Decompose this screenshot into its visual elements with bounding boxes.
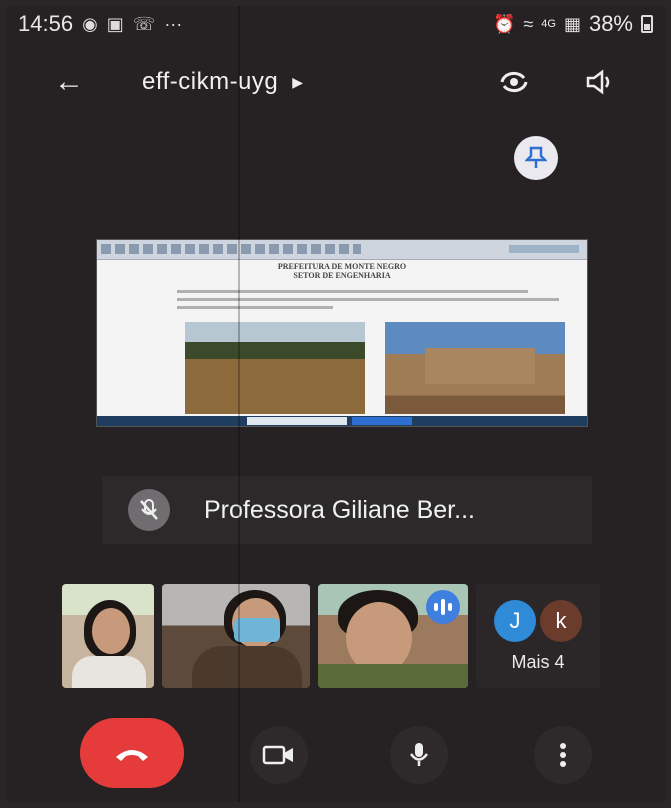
gallery-icon: ▣ [106,13,124,34]
status-bar: 14:56 ◉ ▣ ☏ ··· ⏰ ≈ 4G ▦ 38% [6,6,665,42]
microphone-toggle-button[interactable] [390,726,448,784]
shared-photo-field [185,322,365,414]
participant-strip: J k Mais 4 [62,584,600,688]
participant-tile[interactable] [318,584,468,688]
more-options-button[interactable] [534,726,592,784]
more-participants-tile[interactable]: J k Mais 4 [476,584,600,688]
photo-crease [238,6,240,802]
whatsapp-icon: ☏ [132,13,156,34]
wifi-icon: ≈ [523,13,534,34]
more-participants-label: Mais 4 [511,651,565,672]
pin-icon[interactable] [514,136,558,180]
switch-camera-icon[interactable] [497,65,531,99]
video-camera-icon [262,745,293,765]
shared-doc-title: PREFEITURA DE MONTE NEGRO SETOR DE ENGEN… [277,262,407,280]
muted-mic-icon [128,489,170,531]
meeting-info-caret-icon[interactable]: ▶ [292,74,303,91]
signal-icon: ▦ [563,13,581,34]
presenter-label: Professora Giliane Ber... [102,476,592,544]
more-notifications-icon: ··· [164,13,183,34]
network-type: 4G [541,18,556,30]
status-time: 14:56 [18,11,74,36]
participant-tile[interactable] [162,584,310,688]
presenter-name: Professora Giliane Ber... [204,495,475,524]
participant-tile[interactable] [62,584,154,688]
end-call-button[interactable] [80,718,184,788]
shared-screen[interactable]: PREFEITURA DE MONTE NEGRO SETOR DE ENGEN… [96,239,588,427]
battery-icon [641,15,653,33]
shared-window-toolbar [97,240,587,260]
back-arrow-icon[interactable]: ← [54,65,94,99]
more-vertical-icon [560,743,566,767]
meeting-code[interactable]: eff-cikm-uyg [142,68,278,96]
meeting-header: ← eff-cikm-uyg ▶ [6,58,665,106]
speaker-icon[interactable] [583,65,617,99]
microphone-icon [409,743,429,766]
avatar: k [540,599,582,642]
avatar: J [494,599,536,642]
shared-doc-text [177,290,567,309]
camera-toggle-button[interactable] [250,726,308,784]
battery-percent: 38% [588,11,633,36]
messenger-icon: ◉ [82,13,98,34]
alarm-icon: ⏰ [492,13,516,34]
call-controls [6,716,665,790]
speaking-indicator-icon [426,590,460,624]
meet-screen: 14:56 ◉ ▣ ☏ ··· ⏰ ≈ 4G ▦ 38% ← eff-cikm-… [6,6,665,802]
shared-photo-building [385,322,565,414]
shared-taskbar [97,416,587,426]
